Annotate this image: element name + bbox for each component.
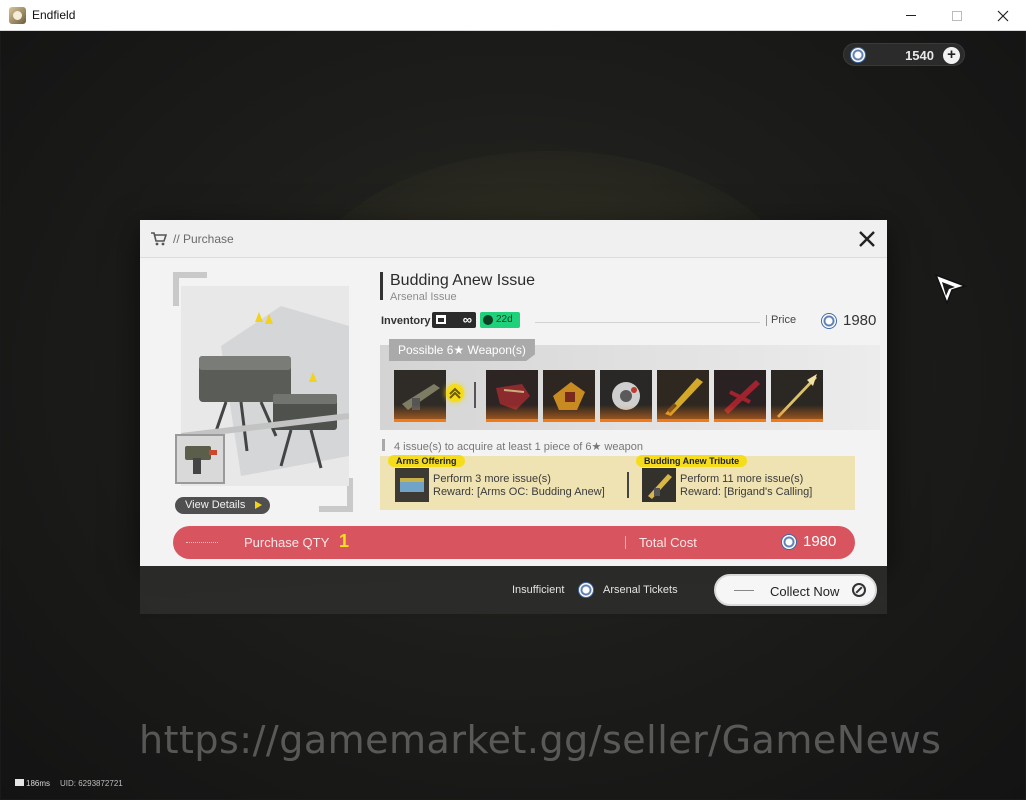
item-title: Budding Anew Issue <box>390 272 535 289</box>
window-close-button[interactable] <box>980 0 1026 31</box>
window-titlebar: Endfield <box>0 0 1026 31</box>
rarity-glow <box>543 405 595 419</box>
close-icon <box>997 10 1009 21</box>
signal-icon <box>15 779 24 786</box>
divider <box>625 536 626 549</box>
reward-description: Reward: [Brigand's Calling] <box>680 486 813 498</box>
insufficient-label: Insufficient <box>512 584 565 596</box>
play-arrow-icon <box>255 501 262 509</box>
minimize-button[interactable] <box>888 0 934 31</box>
time-left-value: 22d <box>496 314 513 325</box>
purchase-bar: Purchase QTY 1 Total Cost 1980 <box>173 526 855 559</box>
tribute-reward-icon[interactable] <box>642 468 676 502</box>
item-info: Budding Anew Issue Arsenal Issue Invento… <box>380 270 880 520</box>
arsenal-ticket-icon <box>821 313 837 329</box>
maximize-button[interactable] <box>934 0 980 31</box>
rewards-panel: Arms Offering Perform 3 more issue(s) Re… <box>380 455 855 510</box>
clock-icon <box>483 315 493 325</box>
weapon-divider <box>474 382 476 408</box>
arms-offering-reward-icon[interactable] <box>395 468 429 502</box>
decorative-dash <box>186 542 218 543</box>
divider-line <box>535 322 760 323</box>
app-icon <box>9 7 26 24</box>
reward-description: Reward: [Arms OC: Budding Anew] <box>433 486 605 498</box>
inventory-label: Inventory <box>381 315 431 327</box>
rarity-glow <box>394 405 446 419</box>
divider <box>766 315 767 326</box>
watermark: https://gamemarket.gg/seller/GameNews <box>139 718 942 762</box>
dialog-footer: Insufficient Arsenal Tickets Collect Now <box>140 566 887 614</box>
collect-now-label: Collect Now <box>770 584 840 599</box>
hint-accent <box>382 439 385 451</box>
game-viewport: 1540 + // Purchase View Details Budding … <box>1 31 1025 799</box>
purchase-dialog: // Purchase View Details Budding Anew Is… <box>140 220 887 566</box>
currency-display: 1540 + <box>843 43 965 66</box>
weapon-card[interactable] <box>600 370 652 422</box>
weapon-thumbnail-icon <box>177 436 223 482</box>
reward-progress: Perform 3 more issue(s) <box>433 473 551 485</box>
reward-progress: Perform 11 more issue(s) <box>680 473 804 485</box>
item-preview: View Details <box>173 272 353 514</box>
rarity-glow <box>486 405 538 419</box>
no-entry-icon <box>852 583 866 597</box>
minimize-icon <box>906 15 916 16</box>
total-cost-value: 1980 <box>803 533 837 550</box>
ticket-label: Arsenal Tickets <box>603 584 678 596</box>
dialog-close-icon[interactable] <box>858 230 876 248</box>
reward-tag: Budding Anew Tribute <box>636 455 748 467</box>
weapon-card[interactable] <box>394 370 446 422</box>
rarity-glow <box>714 405 766 419</box>
dialog-header: // Purchase <box>140 220 887 258</box>
pity-hint: 4 issue(s) to acquire at least 1 piece o… <box>394 441 643 453</box>
view-details-label: View Details <box>185 499 246 511</box>
collect-now-button[interactable]: Collect Now <box>714 574 877 606</box>
rarity-glow <box>771 405 823 419</box>
ping-indicator: 186ms <box>15 779 50 788</box>
item-thumbnail[interactable] <box>175 434 225 484</box>
decorative-dash <box>734 590 754 591</box>
possible-weapons-tab: Possible 6★ Weapon(s) <box>389 339 535 361</box>
currency-amount: 1540 <box>905 48 934 63</box>
cursor-arrow-icon <box>934 273 968 306</box>
reward-tag: Arms Offering <box>388 455 465 467</box>
arsenal-ticket-icon <box>578 582 594 598</box>
weapon-card[interactable] <box>657 370 709 422</box>
title-accent <box>380 272 383 300</box>
inventory-value: ∞ <box>462 312 472 327</box>
weapon-card[interactable] <box>543 370 595 422</box>
window-title: Endfield <box>32 8 76 22</box>
weapon-card[interactable] <box>714 370 766 422</box>
price-label: Price <box>771 314 797 326</box>
weapon-card[interactable] <box>486 370 538 422</box>
dialog-title: // Purchase <box>173 232 234 246</box>
view-details-button[interactable]: View Details <box>175 497 270 514</box>
bag-icon <box>436 315 446 324</box>
inventory-badge: ∞ <box>432 312 476 328</box>
reward-divider <box>627 472 629 498</box>
user-id: UID: 6293872721 <box>60 779 123 788</box>
add-currency-button[interactable]: + <box>943 47 960 64</box>
time-left-badge: 22d <box>480 312 520 328</box>
ping-value: 186ms <box>26 779 51 788</box>
arsenal-ticket-icon <box>850 47 866 63</box>
featured-chevron-icon <box>446 384 464 402</box>
purchase-qty-value[interactable]: 1 <box>339 531 349 552</box>
purchase-qty-label: Purchase QTY <box>244 535 330 550</box>
price-value: 1980 <box>843 312 877 329</box>
rarity-glow <box>657 405 709 419</box>
cart-icon <box>151 232 167 246</box>
rarity-glow <box>600 405 652 419</box>
weapon-card[interactable] <box>771 370 823 422</box>
possible-weapons-panel: Possible 6★ Weapon(s) <box>380 339 880 430</box>
item-subtitle: Arsenal Issue <box>390 291 457 303</box>
maximize-icon <box>952 10 962 21</box>
arsenal-ticket-icon <box>781 534 797 550</box>
total-cost-label: Total Cost <box>639 535 697 550</box>
